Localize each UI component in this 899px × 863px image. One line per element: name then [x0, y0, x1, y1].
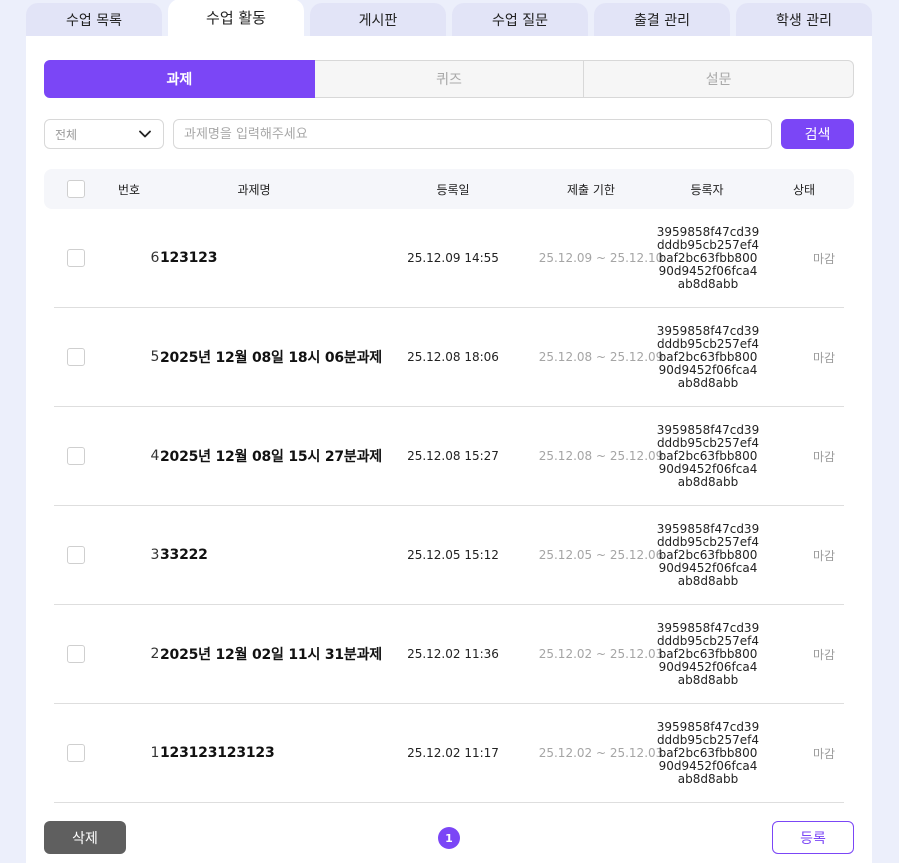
- tab-class-questions[interactable]: 수업 질문: [452, 3, 588, 36]
- table-row[interactable]: 1 123123123123 25.12.02 11:17 25.12.02 ~…: [54, 704, 844, 803]
- tab-class-activity[interactable]: 수업 활동: [168, 0, 304, 36]
- search-input[interactable]: [173, 119, 772, 149]
- row-registered-date: 25.12.08 15:27: [407, 449, 499, 463]
- row-registered-date: 25.12.08 18:06: [407, 350, 499, 364]
- header-due: 제출 기한: [567, 182, 615, 197]
- row-checkbox-cell: [67, 407, 86, 505]
- segment-assignment[interactable]: 과제: [44, 60, 315, 98]
- assignment-list: 6 123123 25.12.09 14:55 25.12.09 ~ 25.12…: [54, 209, 844, 803]
- row-due-range: 25.12.08 ~ 25.12.09: [538, 449, 664, 463]
- row-status: 마감: [812, 647, 836, 662]
- row-title[interactable]: 2025년 12월 08일 18시 06분과제: [160, 308, 390, 406]
- header-title: 과제명: [237, 182, 271, 197]
- row-author: 3959858f47cd39dddb95cb257ef4baf2bc63fbb8…: [656, 323, 760, 390]
- row-checkbox[interactable]: [67, 447, 85, 465]
- row-checkbox-cell: [67, 506, 86, 604]
- tab-student-management[interactable]: 학생 관리: [736, 3, 872, 36]
- row-status: 마감: [812, 746, 836, 761]
- activity-type-segmented-control: 과제 퀴즈 설문: [44, 60, 855, 98]
- row-due-range: 25.12.05 ~ 25.12.06: [538, 548, 664, 562]
- filter-selected-value: 전체: [55, 127, 78, 142]
- segment-survey[interactable]: 설문: [584, 60, 855, 98]
- row-status: 마감: [812, 548, 836, 563]
- row-registered-date: 25.12.09 14:55: [407, 251, 499, 265]
- row-author: 3959858f47cd39dddb95cb257ef4baf2bc63fbb8…: [656, 422, 760, 489]
- table-row[interactable]: 5 2025년 12월 08일 18시 06분과제 25.12.08 18:06…: [54, 308, 844, 407]
- header-number: 번호: [117, 182, 141, 197]
- row-status: 마감: [812, 350, 836, 365]
- select-all-cell: [67, 169, 86, 209]
- row-title[interactable]: 123123123123: [160, 704, 390, 802]
- table-header: 번호 과제명 등록일 제출 기한 등록자 상태: [44, 169, 854, 209]
- row-checkbox[interactable]: [67, 744, 85, 762]
- row-checkbox[interactable]: [67, 249, 85, 267]
- row-registered-date: 25.12.02 11:36: [407, 647, 499, 661]
- row-due-range: 25.12.02 ~ 25.12.03: [538, 647, 664, 661]
- row-checkbox-cell: [67, 704, 86, 802]
- header-status: 상태: [792, 182, 816, 197]
- activity-panel: 과제 퀴즈 설문 전체 검색 번호 과제명 등록일 제출 기한 등록자 상태 6…: [26, 36, 872, 863]
- register-button[interactable]: 등록: [772, 821, 854, 854]
- table-row[interactable]: 3 33222 25.12.05 15:12 25.12.05 ~ 25.12.…: [54, 506, 844, 605]
- row-author: 3959858f47cd39dddb95cb257ef4baf2bc63fbb8…: [656, 521, 760, 588]
- row-checkbox[interactable]: [67, 645, 85, 663]
- row-checkbox-cell: [67, 605, 86, 703]
- row-status: 마감: [812, 251, 836, 266]
- header-registered: 등록일: [436, 182, 470, 197]
- row-checkbox[interactable]: [67, 348, 85, 366]
- segment-quiz[interactable]: 퀴즈: [314, 60, 585, 98]
- header-author: 등록자: [690, 182, 724, 197]
- row-title[interactable]: 2025년 12월 08일 15시 27분과제: [160, 407, 390, 505]
- delete-button[interactable]: 삭제: [44, 821, 126, 854]
- row-title[interactable]: 33222: [160, 506, 390, 604]
- row-author: 3959858f47cd39dddb95cb257ef4baf2bc63fbb8…: [656, 224, 760, 291]
- row-due-range: 25.12.08 ~ 25.12.09: [538, 350, 664, 364]
- tab-board[interactable]: 게시판: [310, 3, 446, 36]
- row-title[interactable]: 2025년 12월 02일 11시 31분과제: [160, 605, 390, 703]
- chevron-down-icon: [139, 130, 151, 138]
- row-checkbox-cell: [67, 209, 86, 307]
- row-author: 3959858f47cd39dddb95cb257ef4baf2bc63fbb8…: [656, 620, 760, 687]
- tab-class-list[interactable]: 수업 목록: [26, 3, 162, 36]
- tab-attendance[interactable]: 출결 관리: [594, 3, 730, 36]
- row-registered-date: 25.12.05 15:12: [407, 548, 499, 562]
- table-row[interactable]: 6 123123 25.12.09 14:55 25.12.09 ~ 25.12…: [54, 209, 844, 308]
- select-all-checkbox[interactable]: [67, 180, 85, 198]
- table-row[interactable]: 2 2025년 12월 02일 11시 31분과제 25.12.02 11:36…: [54, 605, 844, 704]
- search-button[interactable]: 검색: [781, 119, 854, 149]
- filter-select[interactable]: 전체: [44, 119, 164, 149]
- row-due-range: 25.12.09 ~ 25.12.10: [538, 251, 664, 265]
- row-checkbox-cell: [67, 308, 86, 406]
- row-due-range: 25.12.02 ~ 25.12.03: [538, 746, 664, 760]
- pagination-page-1[interactable]: 1: [438, 827, 460, 849]
- row-author: 3959858f47cd39dddb95cb257ef4baf2bc63fbb8…: [656, 719, 760, 786]
- row-registered-date: 25.12.02 11:17: [407, 746, 499, 760]
- top-tab-bar: 수업 목록 수업 활동 게시판 수업 질문 출결 관리 학생 관리: [26, 0, 872, 36]
- row-checkbox[interactable]: [67, 546, 85, 564]
- row-title[interactable]: 123123: [160, 209, 390, 307]
- table-row[interactable]: 4 2025년 12월 08일 15시 27분과제 25.12.08 15:27…: [54, 407, 844, 506]
- row-status: 마감: [812, 449, 836, 464]
